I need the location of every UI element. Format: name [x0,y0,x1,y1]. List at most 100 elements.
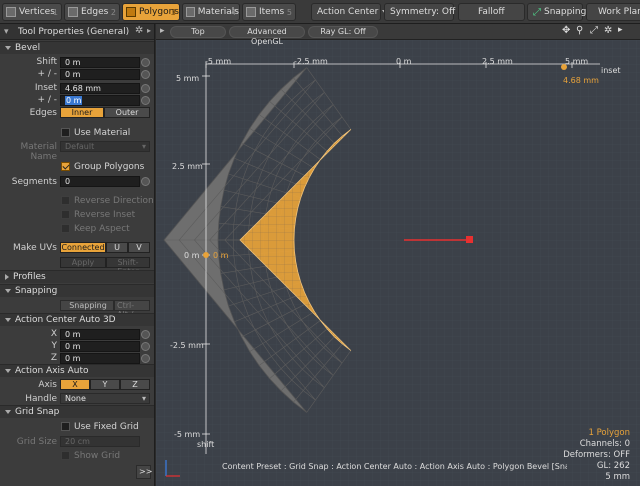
reverse-inset-checkbox[interactable] [61,210,70,219]
axis-label: Axis [38,380,57,390]
reverse-inset-label: Reverse Inset [74,210,136,220]
uv-connected-toggle[interactable]: Connected [60,242,106,253]
shift-plusminus-field[interactable]: 0 m [60,69,140,80]
handle-label: Handle [25,394,57,404]
segments-field[interactable]: 0 [60,176,140,187]
shift-knob-icon[interactable] [141,58,150,67]
grid-snap-section-header[interactable]: Grid Snap [0,405,154,418]
polygon-count: 1 Polygon [588,428,630,438]
use-fixed-grid-checkbox[interactable] [61,422,70,431]
snapping-toggle-button[interactable]: Snapping [60,300,114,311]
keep-aspect-checkbox[interactable] [61,224,70,233]
symmetry-dropdown[interactable]: Symmetry: Off [384,3,466,21]
inset-plusminus-knob-icon[interactable] [141,96,150,105]
snapping-section-header[interactable]: Snapping [0,284,154,297]
expand-arrow-icon [5,318,11,322]
viewport-canvas[interactable] [156,24,640,486]
reverse-direction-label: Reverse Direction [74,196,154,206]
action-axis-section-header[interactable]: Action Axis Auto [0,364,154,377]
handle-dropdown[interactable]: None ▾ [60,393,150,404]
show-grid-checkbox[interactable] [61,451,70,460]
shift-enter-shortcut: Shift-Enter [106,257,150,276]
edges-outer-toggle[interactable]: Outer [104,107,150,118]
shift-label: Shift [36,57,57,67]
pan-icon[interactable]: ✥ [562,25,570,36]
reverse-direction-checkbox[interactable] [61,196,70,205]
work-plane-dropdown[interactable]: Work Plane [586,3,640,21]
action-center-dropdown[interactable]: Action Center [311,3,389,21]
profiles-section-header[interactable]: Profiles [0,270,154,283]
3d-viewport[interactable] [156,24,640,486]
snapping-shortcut: Ctrl-Alt-/ [114,300,150,319]
ruler-left-label: 0 m [184,251,200,260]
segments-label: Segments [11,177,57,187]
center-x-label: X [50,329,57,339]
group-polygons-label: Group Polygons [74,162,145,172]
collapsed-arrow-icon [5,274,9,280]
center-x-field[interactable]: 0 m [60,329,140,340]
vertices-mode-button[interactable]: Vertices 1 [2,3,62,21]
center-z-field[interactable]: 0 m [60,353,140,364]
status-line: Content Preset : Grid Snap : Action Cent… [222,462,567,471]
polygons-mode-button[interactable]: Polygons 3 [122,3,180,21]
uv-v-toggle[interactable]: V [128,242,150,253]
shift-plusminus-knob-icon[interactable] [141,70,150,79]
inset-handle-value: 4.68 mm [563,76,599,85]
ruler-left-label: -2.5 mm [170,341,204,350]
inset-field[interactable]: 4.68 mm [60,83,140,94]
viewport-menu-arrow-icon[interactable]: ▸ [160,26,165,36]
viewport-options-arrow-icon[interactable]: ▸ [618,25,623,35]
uv-u-toggle[interactable]: U [106,242,128,253]
shift-field[interactable]: 0 m [60,57,140,68]
use-fixed-grid-label: Use Fixed Grid [74,422,139,432]
keep-aspect-label: Keep Aspect [74,224,130,234]
expand-arrow-icon [5,289,11,293]
axis-y-toggle[interactable]: Y [90,379,120,390]
panel-menu-arrow-icon[interactable]: ▸ [147,26,151,35]
raygl-dropdown[interactable]: Ray GL: Off [308,26,378,38]
viewport-gear-icon[interactable]: ✲ [604,25,612,36]
gl-info: GL: 262 [596,461,630,471]
use-material-checkbox[interactable] [61,128,70,137]
shift-handle-value: 0 m [213,251,229,260]
axis-z-toggle[interactable]: Z [120,379,150,390]
center-z-knob-icon[interactable] [141,354,150,363]
edges-inner-toggle[interactable]: Inner [60,107,104,118]
inset-plusminus-field[interactable]: 0 m [60,95,140,106]
expand-panel-button[interactable]: >> [136,465,152,479]
items-mode-button[interactable]: Items 5 [242,3,296,21]
bevel-section-header[interactable]: Bevel [0,41,154,54]
view-type-dropdown[interactable]: Top [170,26,226,38]
channels-info: Channels: 0 [579,439,630,449]
snapping-button[interactable]: ⤢ Snapping [527,3,586,21]
materials-mode-button[interactable]: Materials 4 [182,3,240,21]
axis-x-toggle[interactable]: X [60,379,90,390]
segments-knob-icon[interactable] [141,177,150,186]
falloff-dropdown[interactable]: Falloff [458,3,533,21]
inset-knob-icon[interactable] [141,84,150,93]
viewport-header: ▸ Top Advanced OpenGL Ray GL: Off ✥ ⚲ ⤢ … [156,24,640,46]
zoom-icon[interactable]: ⚲ [576,25,583,36]
material-name-dropdown[interactable]: Default ▾ [60,141,150,152]
group-polygons-checkbox[interactable] [61,162,70,171]
ruler-top-label: 0 m [396,57,412,66]
expand-arrow-icon [5,369,11,373]
render-mode-dropdown[interactable]: Advanced OpenGL [229,26,305,46]
ruler-left-label: 2.5 mm [172,162,203,171]
edges-mode-button[interactable]: Edges 2 [64,3,120,21]
maximize-icon[interactable]: ⤢ [590,25,598,36]
gear-icon[interactable]: ✲ [135,25,143,36]
ruler-top-label: 5 mm [565,57,589,66]
shift-plusminus-label: + / - [37,69,57,79]
grid-size-field[interactable]: 20 cm [60,436,140,447]
collapse-icon[interactable]: ▾ [4,27,9,37]
snap-icon: ⤢ [533,6,541,18]
center-y-field[interactable]: 0 m [60,341,140,352]
ruler-top-label: -5 mm [205,57,232,66]
center-y-knob-icon[interactable] [141,342,150,351]
action-center-section-header[interactable]: Action Center Auto 3D [0,313,154,326]
apply-button[interactable]: Apply [60,257,106,268]
center-x-knob-icon[interactable] [141,330,150,339]
inset-handle-label: inset [601,66,621,75]
items-icon [246,7,256,17]
